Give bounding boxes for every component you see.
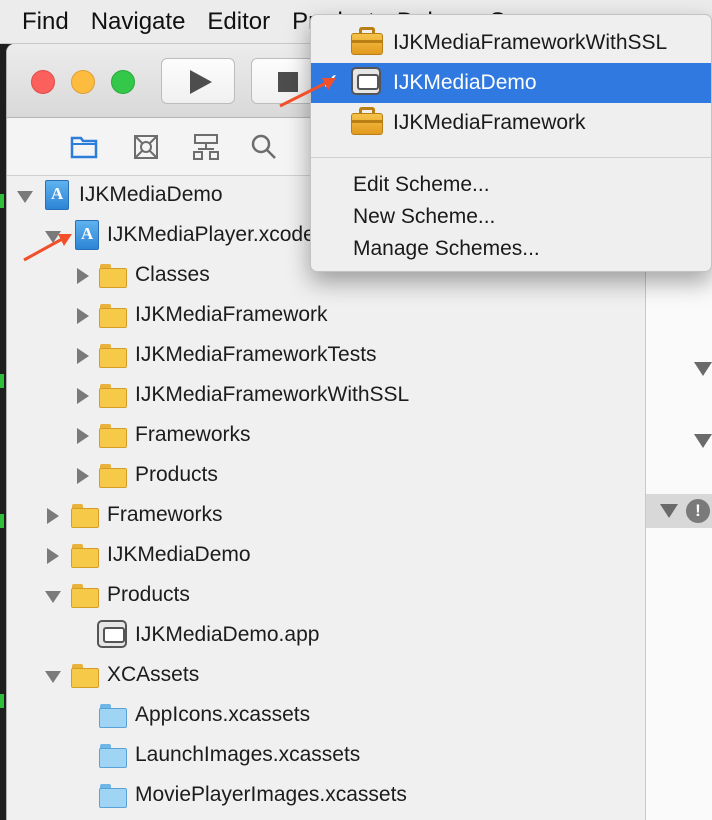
folder-icon xyxy=(71,584,99,608)
folder-icon xyxy=(99,344,127,368)
scheme-label: IJKMediaFrameworkWithSSL xyxy=(393,31,668,54)
scheme-menu-item-selected[interactable]: ✓ IJKMediaDemo xyxy=(311,63,711,103)
menu-separator xyxy=(311,157,711,158)
disclosure-triangle[interactable] xyxy=(77,428,89,444)
disclosure-triangle[interactable] xyxy=(47,548,59,564)
tv-app-icon xyxy=(351,67,381,95)
tree-row[interactable]: IJKMediaDemo xyxy=(7,536,645,576)
tree-item-label: MoviePlayerImages.xcassets xyxy=(135,783,407,806)
tree-row[interactable]: IJKMediaFrameworkWithSSL xyxy=(7,376,645,416)
disclosure-triangle[interactable] xyxy=(45,671,61,683)
tree-row[interactable]: MoviePlayerImages.xcassets xyxy=(7,776,645,816)
scheme-menu-item[interactable]: IJKMediaFrameworkWithSSL xyxy=(311,23,711,63)
disclosure-triangle[interactable] xyxy=(77,388,89,404)
disclosure-triangle[interactable] xyxy=(47,508,59,524)
edit-scheme-item[interactable]: Edit Scheme... xyxy=(353,173,490,197)
tree-row[interactable]: IJKMediaFrameworkTests xyxy=(7,336,645,376)
zoom-window-button[interactable] xyxy=(111,70,135,94)
disclosure-triangle[interactable] xyxy=(45,231,61,243)
tree-item-label: Classes xyxy=(135,263,210,286)
project-icon xyxy=(45,180,69,210)
folder-icon xyxy=(99,464,127,488)
scheme-menu: IJKMediaFrameworkWithSSL ✓ IJKMediaDemo … xyxy=(310,14,712,272)
issue-row[interactable]: ! xyxy=(646,494,712,528)
tree-item-label: IJKMediaFrameworkWithSSL xyxy=(135,383,410,406)
menu-editor[interactable]: Editor xyxy=(203,8,288,36)
asset-folder-icon xyxy=(99,744,127,768)
disclosure-triangle[interactable] xyxy=(694,362,712,376)
disclosure-triangle[interactable] xyxy=(45,591,61,603)
symbol-icon[interactable] xyxy=(131,132,161,162)
hierarchy-icon[interactable] xyxy=(191,132,221,162)
minimize-window-button[interactable] xyxy=(71,70,95,94)
tree-item-label: LaunchImages.xcassets xyxy=(135,743,361,766)
folder-icon xyxy=(99,304,127,328)
close-window-button[interactable] xyxy=(31,70,55,94)
scheme-menu-item[interactable]: IJKMediaFramework xyxy=(311,103,711,143)
tv-app-icon xyxy=(97,620,127,648)
stop-icon xyxy=(278,72,298,92)
tree-item-label: IJKMediaDemo.app xyxy=(135,623,320,646)
folder-icon xyxy=(71,664,99,688)
scheme-label: IJKMediaDemo xyxy=(393,71,537,94)
scheme-label: IJKMediaFramework xyxy=(393,111,586,134)
folder-icon xyxy=(71,544,99,568)
tree-row[interactable]: Frameworks xyxy=(7,496,645,536)
disclosure-triangle[interactable] xyxy=(77,308,89,324)
disclosure-triangle[interactable] xyxy=(77,268,89,284)
tree-item-label: IJKMediaDemo xyxy=(107,543,251,566)
warning-icon: ! xyxy=(686,499,710,523)
tree-row[interactable]: IJKMediaDemo.app xyxy=(7,616,645,656)
tree-row[interactable]: Frameworks xyxy=(7,416,645,456)
folder-icon[interactable] xyxy=(69,132,99,162)
project-navigator: IJKMediaDemo IJKMediaPlayer.xcodeproj Cl… xyxy=(7,176,645,820)
run-button[interactable] xyxy=(161,58,235,104)
tree-item-label: AppIcons.xcassets xyxy=(135,703,311,726)
folder-icon xyxy=(99,424,127,448)
tree-item-label: Products xyxy=(107,583,190,606)
disclosure-triangle[interactable] xyxy=(77,348,89,364)
tree-row[interactable]: Products xyxy=(7,576,645,616)
play-icon xyxy=(190,70,212,94)
tree-row[interactable]: LaunchImages.xcassets xyxy=(7,736,645,776)
tree-item-label: Frameworks xyxy=(107,503,223,526)
tree-item-label: Products xyxy=(135,463,218,486)
search-icon[interactable] xyxy=(249,132,279,162)
folder-icon xyxy=(99,264,127,288)
folder-icon xyxy=(99,384,127,408)
tree-item-label: IJKMediaDemo xyxy=(79,183,223,206)
asset-folder-icon xyxy=(99,784,127,808)
tree-item-label: XCAssets xyxy=(107,663,200,686)
manage-schemes-item[interactable]: Manage Schemes... xyxy=(353,237,540,261)
menu-navigate[interactable]: Navigate xyxy=(87,8,204,36)
tree-row[interactable]: IJKMediaFramework xyxy=(7,296,645,336)
folder-icon xyxy=(71,504,99,528)
checkmark-icon: ✓ xyxy=(321,69,340,94)
tree-row[interactable]: AppIcons.xcassets xyxy=(7,696,645,736)
tree-row[interactable]: XCAssets xyxy=(7,656,645,696)
disclosure-triangle[interactable] xyxy=(77,468,89,484)
project-icon xyxy=(75,220,99,250)
tree-item-label: IJKMediaFrameworkTests xyxy=(135,343,377,366)
tree-row[interactable]: Products xyxy=(7,456,645,496)
new-scheme-item[interactable]: New Scheme... xyxy=(353,205,495,229)
tree-item-label: IJKMediaFramework xyxy=(135,303,328,326)
tree-item-label: Frameworks xyxy=(135,423,251,446)
asset-folder-icon xyxy=(99,704,127,728)
disclosure-triangle[interactable] xyxy=(660,504,678,518)
menu-find[interactable]: Find xyxy=(20,8,87,36)
disclosure-triangle[interactable] xyxy=(694,434,712,448)
disclosure-triangle[interactable] xyxy=(17,191,33,203)
